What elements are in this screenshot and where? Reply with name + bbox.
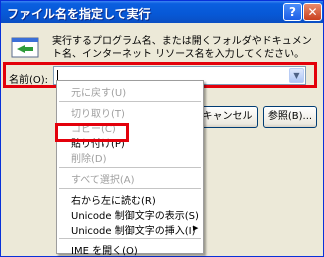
close-icon[interactable]: ✕ [303,3,322,21]
run-icon [11,37,39,58]
highlight-paste-box [55,123,129,142]
context-menu: 元に戻す(U) 切り取り(T) コピー(C) 貼り付け(P) 削除(D) すべて… [56,80,204,257]
menu-item-undo[interactable]: 元に戻す(U) [71,84,126,99]
menu-item-rtl-reading[interactable]: 右から左に読む(R) [71,192,156,207]
run-description: 実行するプログラム名、または開くフォルダやドキュメント名、インターネット リソー… [52,36,312,60]
menu-separator [59,238,201,239]
menu-item-insert-unicode[interactable]: Unicode 制御文字の挿入(I) [71,222,195,237]
menu-item-delete[interactable]: 削除(D) [71,150,107,165]
menu-separator [59,188,201,189]
help-icon[interactable]: ? [283,3,302,21]
cancel-button[interactable]: キャンセル [197,106,258,128]
title-bar: ファイル名を指定して実行 ? ✕ [1,1,323,23]
run-dialog: ファイル名を指定して実行 ? ✕ 実行するプログラム名、または開くフォルダやドキ… [0,0,324,257]
menu-separator [59,167,201,168]
submenu-arrow-icon: ▶ [193,224,199,232]
menu-item-show-unicode[interactable]: Unicode 制御文字の表示(S) [71,207,199,222]
menu-item-select-all[interactable]: すべて選択(A) [71,171,135,186]
browse-button[interactable]: 参照(B)... [263,106,317,128]
menu-item-open-ime[interactable]: IME を開く(O) [71,242,138,257]
menu-item-cut[interactable]: 切り取り(T) [71,105,125,120]
menu-separator [59,101,201,102]
dialog-title: ファイル名を指定して実行 [7,7,151,21]
